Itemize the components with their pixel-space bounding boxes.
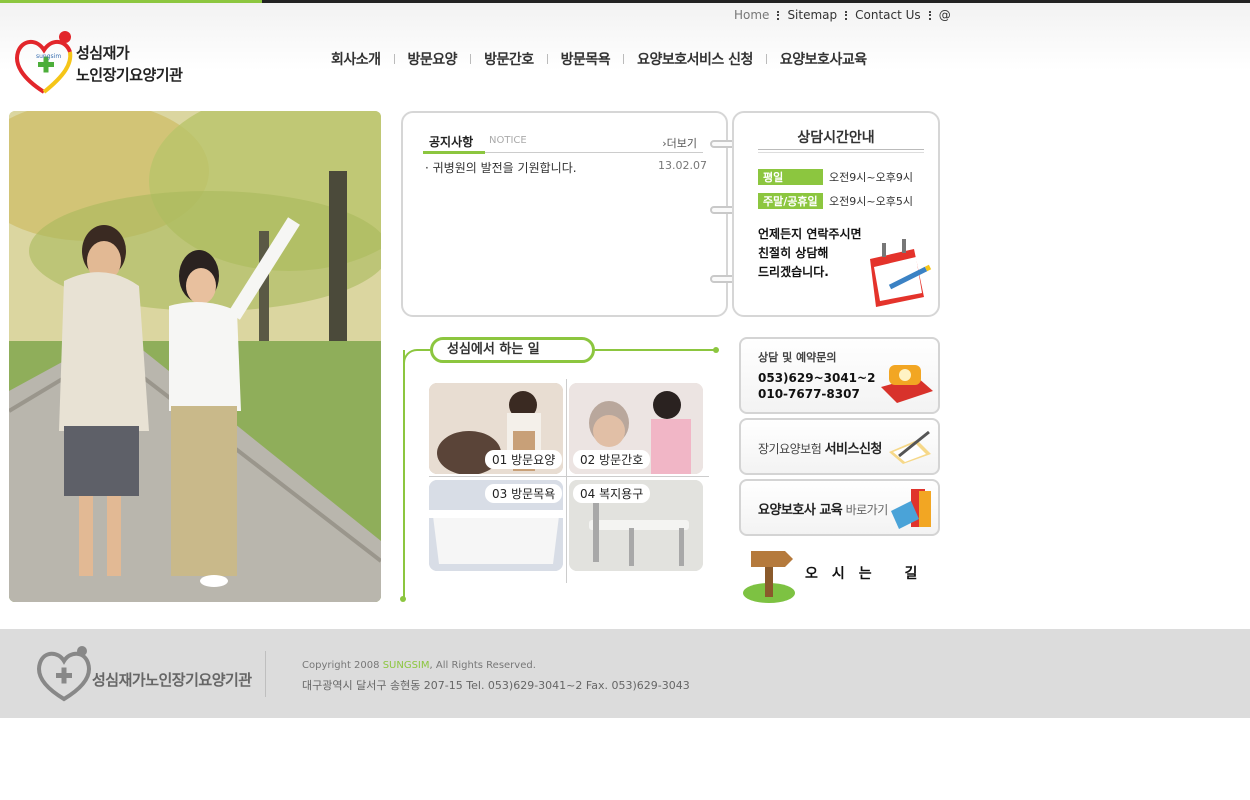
service-apply-main: 서비스신청 — [824, 442, 883, 457]
nav-item-home-bathing[interactable]: 방문목욕 — [548, 49, 624, 69]
notice-item-title[interactable]: · 귀병원의 발전을 기원합니다. — [425, 159, 577, 176]
logo-text: 성심재가 노인장기요양기관 — [76, 42, 183, 86]
utility-nav: Home Sitemap Contact Us @ — [734, 8, 951, 22]
works-connector-dot — [400, 596, 406, 602]
nav-item-company[interactable]: 회사소개 — [318, 49, 394, 69]
hours-title: 상담시간안내 — [797, 130, 875, 146]
email-link[interactable]: @ — [939, 8, 951, 22]
hours-message-line: 언제든지 연락주시면 — [758, 227, 862, 241]
works-connector-vertical — [403, 350, 405, 598]
notice-header: 공지사항 NOTICE ›더보기 — [423, 133, 703, 154]
notice-item-date: 13.02.07 — [658, 159, 707, 172]
hours-title-rule — [758, 149, 924, 153]
footer-logo-icon — [37, 646, 91, 702]
hours-row-weekday: 평일 오전9시~오후9시 — [758, 169, 913, 185]
notice-more-label: 더보기 — [666, 137, 697, 150]
directions-link[interactable]: 오시는 길 — [739, 541, 940, 603]
tile-divider-vertical — [566, 379, 567, 583]
caregiver-edu-title: 요양보호사 교육 바로가기 — [758, 499, 888, 518]
copyright-brand: SUNGSIM — [382, 660, 430, 671]
hours-row-weekend: 주말/공휴일 오전9시~오후5시 — [758, 193, 913, 209]
main-visual-photo — [9, 111, 381, 602]
logo-line-1: 성심재가 — [76, 44, 130, 62]
signpost-icon — [743, 551, 795, 603]
heart-cross-logo-icon: sungsim — [15, 31, 73, 94]
caregiver-edu-box[interactable]: 요양보호사 교육 바로가기 — [739, 479, 940, 536]
copyright-prefix: Copyright 2008 — [302, 660, 380, 671]
consult-phone-1: 053)629~3041~2 — [758, 371, 876, 385]
logo-line-2: 노인장기요양기관 — [76, 66, 183, 84]
nav-item-home-care[interactable]: 방문요양 — [395, 49, 471, 69]
directions-label: 오시는 길 — [805, 566, 932, 582]
hours-message-line: 친절히 상담해 — [758, 246, 829, 260]
books-icon — [891, 489, 931, 529]
notice-title-underline — [423, 151, 485, 154]
footer-address: 대구광역시 달서구 송현동 207-15 Tel. 053)629-3041~2… — [302, 679, 690, 692]
telephone-icon — [881, 365, 933, 403]
notice-more-link[interactable]: ›더보기 — [662, 135, 697, 151]
service-tile-home-care[interactable]: 01 방문요양 — [429, 383, 563, 474]
tile-label: 03 방문목욕 — [485, 484, 563, 503]
util-separator — [777, 10, 780, 20]
hours-label: 평일 — [758, 169, 823, 185]
sitemap-link[interactable]: Sitemap — [787, 8, 837, 22]
util-separator — [928, 10, 931, 20]
consult-title: 상담 및 예약문의 — [758, 351, 837, 364]
copyright: Copyright 2008 SUNGSIM, All Rights Reser… — [302, 660, 536, 671]
util-separator — [845, 10, 848, 20]
main-nav: 회사소개 방문요양 방문간호 방문목욕 요양보호서비스 신청 요양보호사교육 — [318, 49, 880, 69]
consult-phone-2: 010-7677-8307 — [758, 387, 860, 401]
notice-board: 공지사항 NOTICE ›더보기 · 귀병원의 발전을 기원합니다. 13.02… — [401, 111, 728, 317]
contact-us-link[interactable]: Contact Us — [855, 8, 921, 22]
notice-title: 공지사항 — [429, 135, 474, 149]
consult-hours-panel: 상담시간안내 평일 오전9시~오후9시 주말/공휴일 오전9시~오후5시 언제든… — [732, 111, 940, 317]
service-apply-prefix: 장기요양보험 — [758, 442, 822, 456]
hours-value: 오전9시~오후9시 — [829, 171, 913, 184]
service-tile-home-bathing[interactable]: 03 방문목욕 — [429, 480, 563, 571]
copyright-suffix: , All Rights Reserved. — [429, 660, 536, 671]
footer: 성심재가노인장기요양기관 Copyright 2008 SUNGSIM, All… — [0, 629, 1250, 718]
works-connector-curve — [403, 349, 430, 365]
works-connector-dot — [713, 347, 719, 353]
caregiver-edu-main: 요양보호사 교육 — [758, 503, 843, 518]
nav-item-caregiver-edu[interactable]: 요양보호사교육 — [767, 49, 880, 69]
hours-message-line: 드리겠습니다. — [758, 265, 829, 279]
works-title: 성심에서 하는 일 — [430, 337, 595, 363]
home-link[interactable]: Home — [734, 8, 769, 22]
hours-label: 주말/공휴일 — [758, 193, 823, 209]
footer-logo-text: 성심재가노인장기요양기관 — [92, 671, 252, 689]
hours-message: 언제든지 연락주시면 친절히 상담해 드리겠습니다. — [758, 225, 862, 282]
consult-reservation-box[interactable]: 상담 및 예약문의 053)629~3041~2 010-7677-8307 — [739, 337, 940, 414]
tile-label: 04 복지용구 — [573, 484, 651, 503]
caregiver-edu-suffix: 바로가기 — [845, 503, 889, 517]
service-tile-welfare-equipment[interactable]: 04 복지용구 — [569, 480, 703, 571]
calendar-icon — [870, 239, 932, 307]
tile-label: 01 방문요양 — [485, 450, 563, 469]
nav-item-home-nursing[interactable]: 방문간호 — [471, 49, 547, 69]
nav-item-service-apply[interactable]: 요양보호서비스 신청 — [624, 49, 766, 69]
tile-divider-horizontal — [429, 476, 709, 477]
svg-text:sungsim: sungsim — [36, 53, 61, 60]
clipboard-pen-icon — [889, 430, 931, 464]
tile-label: 02 방문간호 — [573, 450, 651, 469]
hours-value: 오전9시~오후5시 — [829, 195, 913, 208]
footer-divider — [265, 651, 266, 697]
site-logo[interactable]: sungsim 성심재가 노인장기요양기관 — [14, 28, 189, 100]
service-apply-box[interactable]: 장기요양보험 서비스신청 — [739, 418, 940, 475]
notice-subtitle: NOTICE — [489, 135, 527, 146]
service-tile-home-nursing[interactable]: 02 방문간호 — [569, 383, 703, 474]
works-connector-horizontal — [595, 349, 715, 351]
service-apply-title: 장기요양보험 서비스신청 — [758, 438, 882, 457]
